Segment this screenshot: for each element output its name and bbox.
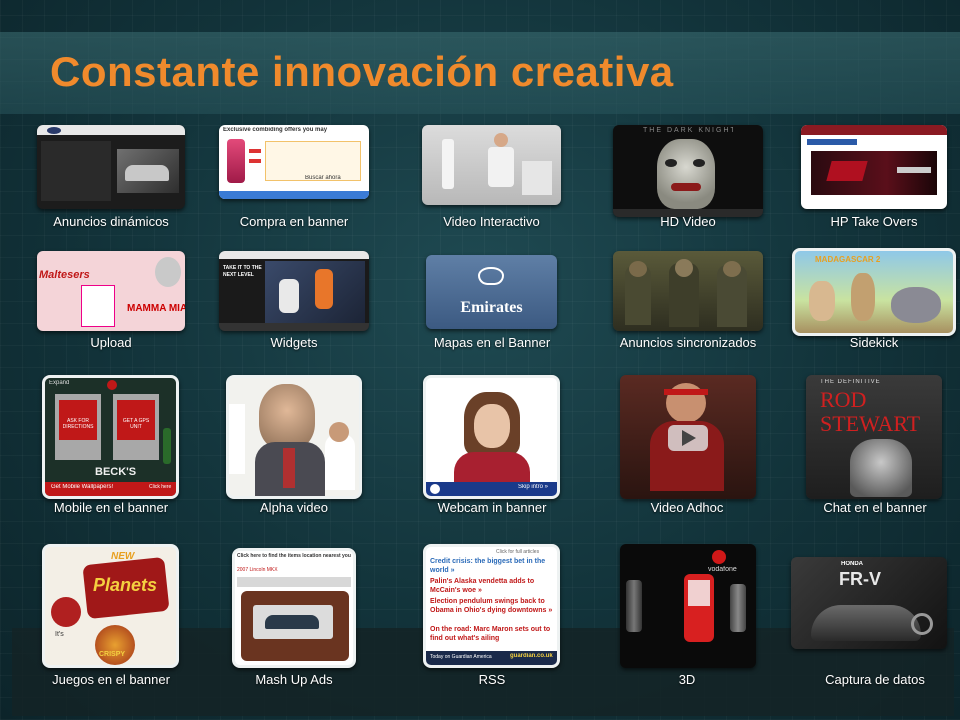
tile-label: HP Take Overs <box>830 214 918 229</box>
thumb-brand: BECK'S <box>95 466 137 478</box>
thumbnail: Click for full articles Credit crisis: t… <box>423 544 560 668</box>
thumbnail: vodafone <box>620 544 756 668</box>
tile-label: HD Video <box>660 214 716 229</box>
thumb-sub: 2007 Lincoln MKX <box>237 567 278 573</box>
tile-label: Alpha video <box>260 500 328 515</box>
tile-label: RSS <box>478 672 506 687</box>
thumb-brand: vodafone <box>708 566 737 573</box>
thumb-heading1: ROD <box>820 387 867 412</box>
tile-label: Webcam in banner <box>437 500 547 515</box>
thumbnail: Exclusive combiding offers you may Busca… <box>219 125 369 199</box>
thumbnail: NEW Planets It's CRISPY <box>42 544 179 668</box>
thumbnail: Maltesers MAMMA MIA! <box>37 251 185 331</box>
thumb-brand: HONDA <box>841 561 863 567</box>
tile-label: Mash Up Ads <box>255 672 333 687</box>
thumb-heading2: STEWART <box>820 411 921 436</box>
tile-label: Juegos en el banner <box>52 672 170 687</box>
tile-label: Video Interactivo <box>443 214 540 229</box>
thumbnail: MADAGASCAR 2 <box>792 248 956 336</box>
thumb-headline: Click here to find the items location ne… <box>237 553 351 559</box>
rss-item: Palin's Alaska vendetta adds to McCain's… <box>430 578 535 594</box>
thumb-expand: Expand <box>49 380 70 386</box>
thumb-footer: Today on Guardian America <box>430 654 492 660</box>
tile-label: Compra en banner <box>239 214 349 229</box>
thumbnail: Click here to find the items location ne… <box>232 548 356 668</box>
thumbnail <box>37 125 185 209</box>
tile-label: Video Adhoc <box>650 500 724 515</box>
rss-item: Election pendulum swings back to Obama i… <box>430 598 553 614</box>
tile-label: Mobile en el banner <box>53 500 169 515</box>
tile-label: Anuncios dinámicos <box>53 214 169 229</box>
thumb-brand: Planets <box>93 575 158 595</box>
thumb-header: Click for full articles <box>496 549 540 555</box>
thumbnail: Expand ASK FOR DIRECTIONS GET A GPS UNIT… <box>42 375 179 499</box>
rss-item: On the road: Marc Maron sets out to find… <box>430 626 551 642</box>
thumbnail <box>620 375 756 499</box>
tile-label: Chat en el banner <box>823 500 927 515</box>
thumb-tagline2: CRISPY <box>99 651 126 658</box>
thumb-caption: TAKE IT TO THE NEXT LEVEL <box>223 265 262 278</box>
tile-label: Widgets <box>270 335 318 350</box>
thumb-button: Buscar ahora <box>305 175 341 181</box>
thumb-brand: Maltesers <box>39 269 90 281</box>
thumbnail <box>613 251 763 331</box>
tile-label: 3D <box>678 672 696 687</box>
thumb-cta2: Click here <box>149 484 172 490</box>
thumb-brand: Emirates <box>460 299 523 316</box>
thumbnail: TAKE IT TO THE NEXT LEVEL <box>219 251 369 331</box>
thumbnail <box>226 375 362 499</box>
thumb-btn2: GET A GPS UNIT <box>122 418 150 430</box>
thumbnail <box>801 125 947 209</box>
thumb-slogan: MAMMA MIA! <box>127 303 185 314</box>
thumbnail: Skip intro » <box>423 375 560 499</box>
tile-label: Upload <box>90 335 132 350</box>
thumb-tagline: It's <box>55 631 64 638</box>
thumb-cta: Skip intro » <box>518 484 549 490</box>
thumb-site: guardian.co.uk <box>510 653 553 659</box>
thumbnail: THE DARK KNIGHT <box>613 125 763 217</box>
thumb-kicker: THE DEFINITIVE <box>820 379 881 385</box>
thumbnail: THE DEFINITIVE ROD STEWART <box>806 375 942 499</box>
tile-label: Sidekick <box>849 335 899 350</box>
rss-item: Credit crisis: the biggest bet in the wo… <box>430 558 546 574</box>
tile-label: Captura de datos <box>825 672 925 687</box>
thumb-heading: THE DARK KNIGHT <box>643 127 733 134</box>
thumb-heading: MADAGASCAR 2 <box>815 255 881 264</box>
thumb-btn1: ASK FOR DIRECTIONS <box>62 418 94 430</box>
thumb-model: FR-V <box>839 569 881 589</box>
thumb-headline: Exclusive combiding offers you may <box>223 127 328 133</box>
thumbnail <box>422 125 561 205</box>
thumbnail: HONDA FR-V <box>791 557 947 649</box>
tile-label: Anuncios sincronizados <box>619 335 757 350</box>
thumbnail: Emirates <box>426 255 557 329</box>
slide-title: Constante innovación creativa <box>50 48 674 95</box>
tile-label: Mapas en el Banner <box>433 335 551 350</box>
thumb-cta: Get Mobile Wallpapers! <box>51 484 114 490</box>
